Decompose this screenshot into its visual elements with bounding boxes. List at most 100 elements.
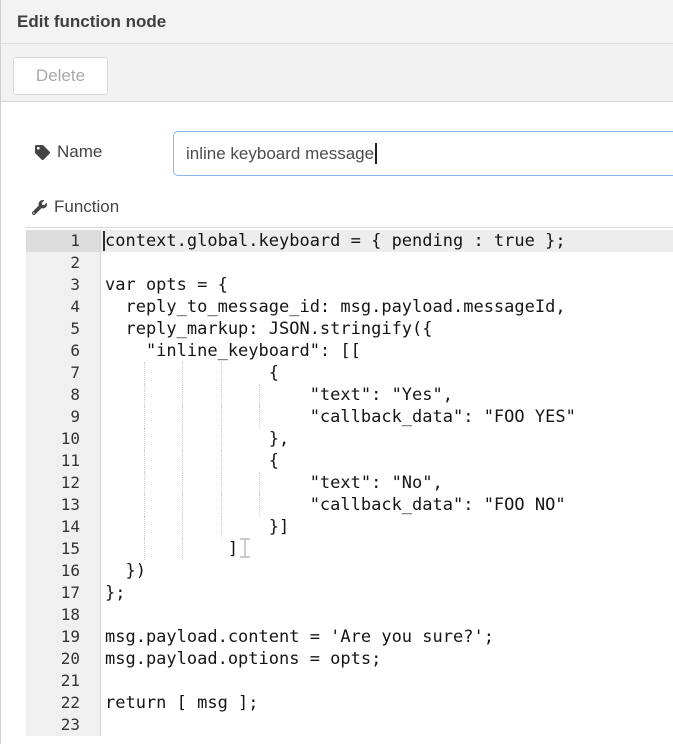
function-code-editor[interactable]: 1context.global.keyboard = { pending : t… [26,227,673,744]
indent-guide [144,362,145,384]
gutter-line-number: 14 [26,516,101,538]
code-line[interactable]: }, [101,428,673,450]
code-line[interactable] [101,252,673,274]
code-line[interactable]: context.global.keyboard = { pending : tr… [101,230,673,252]
code-line[interactable]: }; [101,582,673,604]
editor-row: 5 reply_markup: JSON.stringify({ [26,318,673,340]
indent-guide [221,406,222,428]
gutter-line-number: 16 [26,560,101,582]
code-line[interactable]: reply_to_message_id: msg.payload.message… [101,296,673,318]
name-field-label: Name [35,142,102,162]
indent-guide [144,450,145,472]
editor-row: 23 [26,714,673,736]
code-line[interactable]: "callback_data": "FOO YES" [101,406,673,428]
editor-row: 12 "text": "No", [26,472,673,494]
indent-guide [259,472,260,494]
code-line[interactable]: }) [101,560,673,582]
indent-guide [221,450,222,472]
code-line[interactable]: msg.payload.options = opts; [101,648,673,670]
editor-row: 6 "inline_keyboard": [[ [26,340,673,362]
editor-row: 4 reply_to_message_id: msg.payload.messa… [26,296,673,318]
editor-row: 7 { [26,362,673,384]
gutter-line-number: 8 [26,384,101,406]
indent-guide [182,516,183,538]
gutter-line-number: 21 [26,670,101,692]
code-line[interactable]: return [ msg ]; [101,692,673,714]
editor-row: 3var opts = { [26,274,673,296]
editor-row: 1context.global.keyboard = { pending : t… [26,230,673,252]
indent-guide [259,406,260,428]
gutter-line-number: 2 [26,252,101,274]
gutter-line-number: 3 [26,274,101,296]
gutter-line-number: 18 [26,604,101,626]
gutter-line-number: 15 [26,538,101,560]
editor-row: 11 { [26,450,673,472]
editor-row: 13 "callback_data": "FOO NO" [26,494,673,516]
gutter-line-number: 10 [26,428,101,450]
code-line[interactable]: msg.payload.content = 'Are you sure?'; [101,626,673,648]
code-line[interactable]: { [101,362,673,384]
function-field-label: Function [32,197,119,217]
indent-guide [182,384,183,406]
code-line[interactable]: { [101,450,673,472]
indent-guide [182,450,183,472]
code-line[interactable]: "text": "No", [101,472,673,494]
indent-guide [221,494,222,516]
code-line[interactable]: }] [101,516,673,538]
editor-row: 2 [26,252,673,274]
indent-guide [144,384,145,406]
indent-guide [144,472,145,494]
indent-guide [144,538,145,560]
code-line[interactable] [101,670,673,692]
editor-row: 20msg.payload.options = opts; [26,648,673,670]
gutter-line-number: 12 [26,472,101,494]
editor-row: 22return [ msg ]; [26,692,673,714]
indent-guide [221,516,222,538]
indent-guide [182,494,183,516]
code-line[interactable]: "inline_keyboard": [[ [101,340,673,362]
gutter-line-number: 4 [26,296,101,318]
function-label-text: Function [54,197,119,217]
indent-guide [144,494,145,516]
editor-row: 21 [26,670,673,692]
code-line[interactable]: ] [101,538,673,560]
name-input[interactable]: inline keyboard message [173,131,673,176]
code-line[interactable]: reply_markup: JSON.stringify({ [101,318,673,340]
indent-guide [259,384,260,406]
editor-row: 10 }, [26,428,673,450]
indent-guide [221,428,222,450]
code-line[interactable] [101,604,673,626]
gutter-line-number: 22 [26,692,101,714]
indent-guide [182,406,183,428]
gutter-line-number: 1 [26,230,101,252]
indent-guide [144,428,145,450]
code-line[interactable]: "text": "Yes", [101,384,673,406]
indent-guide [182,538,183,560]
gutter-line-number: 19 [26,626,101,648]
code-line[interactable] [101,714,673,736]
editor-lines: 1context.global.keyboard = { pending : t… [26,230,673,736]
code-line[interactable]: var opts = { [101,274,673,296]
gutter-line-number: 11 [26,450,101,472]
name-input-caret [375,143,377,164]
indent-guide [259,494,260,516]
gutter-line-number: 20 [26,648,101,670]
gutter-line-number: 9 [26,406,101,428]
name-label-text: Name [57,142,102,162]
editor-row: 17}; [26,582,673,604]
indent-guide [182,428,183,450]
text-ibeam-cursor [244,540,246,556]
code-line[interactable]: "callback_data": "FOO NO" [101,494,673,516]
indent-guide [221,384,222,406]
gutter-line-number: 17 [26,582,101,604]
indent-guide [182,472,183,494]
editor-row: 15 ] [26,538,673,560]
dialog-toolbar: Delete [1,44,673,102]
editor-row: 19msg.payload.content = 'Are you sure?'; [26,626,673,648]
gutter-line-number: 5 [26,318,101,340]
gutter-line-number: 6 [26,340,101,362]
delete-button[interactable]: Delete [13,57,108,95]
gutter-line-number: 7 [26,362,101,384]
indent-guide [182,362,183,384]
editor-caret [103,231,105,251]
